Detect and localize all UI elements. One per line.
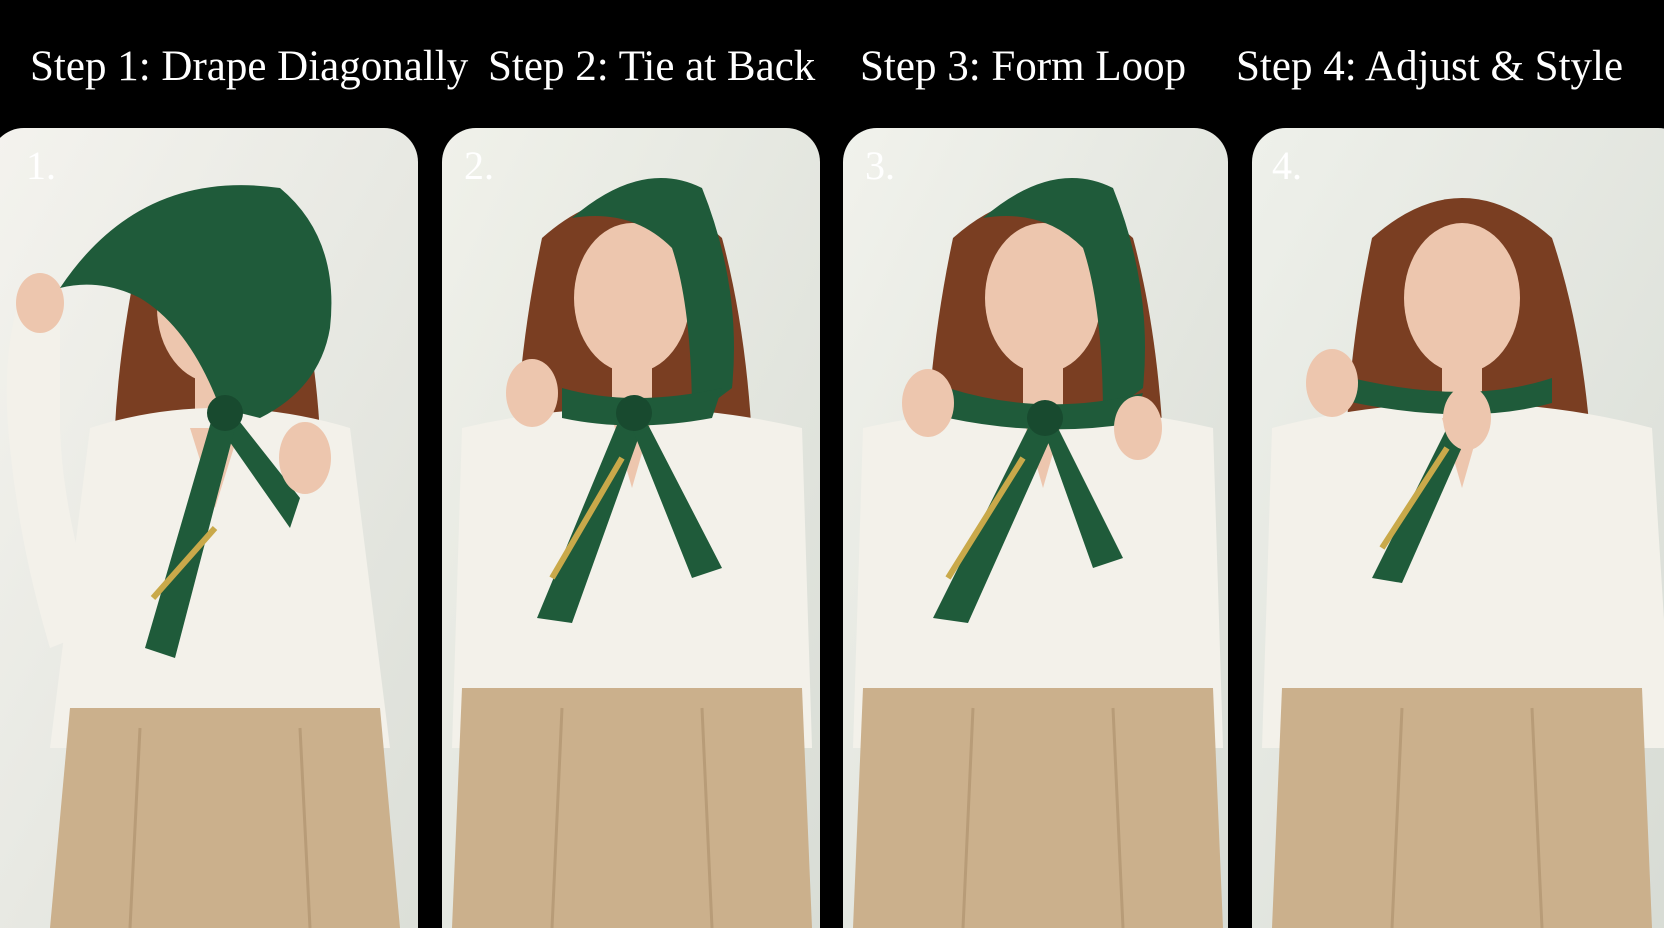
step-3-panel: 3. [843,128,1228,928]
step-1-photo [0,128,418,928]
step-1-number: 1. [26,143,56,188]
step-4-number: 4. [1272,143,1302,188]
step-3-title: Step 3: Form Loop [860,43,1187,90]
step-1-title: Step 1: Drape Diagonally [30,43,469,90]
step-2-title: Step 2: Tie at Back [488,43,816,90]
step-4-panel: 4. [1252,128,1664,928]
step-1-panel: 1. [0,128,418,928]
step-2-photo [442,128,820,928]
step-4-photo [1252,128,1664,928]
step-4-title: Step 4: Adjust & Style [1236,43,1624,90]
step-3-number: 3. [865,143,895,188]
step-2-panel: 2. [442,128,820,928]
step-3-photo [843,128,1228,928]
step-2-number: 2. [464,143,494,188]
